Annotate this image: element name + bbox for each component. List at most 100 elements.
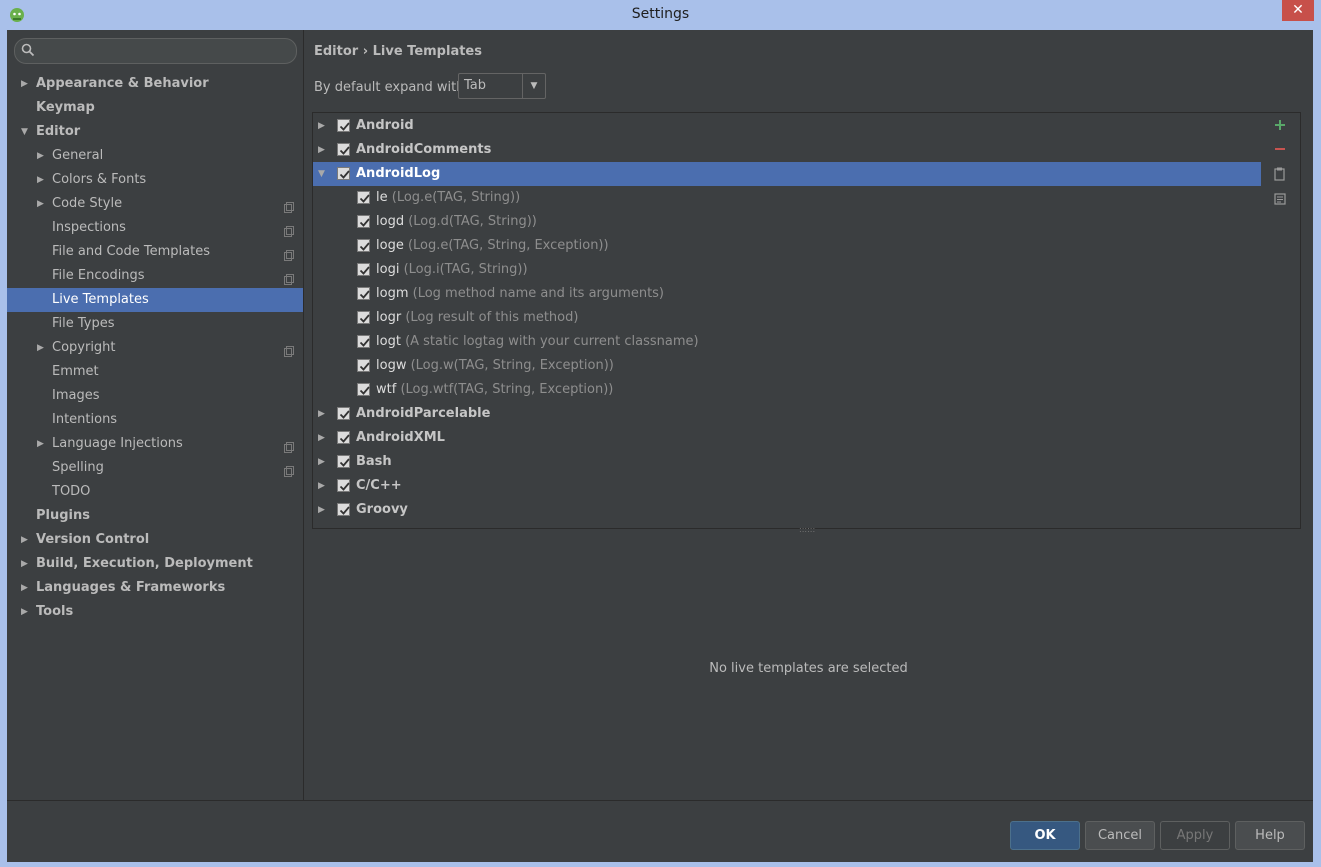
- sidebar-item[interactable]: Plugins: [7, 504, 303, 528]
- template-row[interactable]: logm (Log method name and its arguments): [313, 282, 1261, 306]
- close-button[interactable]: ✕: [1282, 0, 1314, 21]
- project-copy-icon: [284, 270, 294, 285]
- template-row[interactable]: logd (Log.d(TAG, String)): [313, 210, 1261, 234]
- add-button[interactable]: [1272, 117, 1288, 133]
- expand-arrow-right-icon[interactable]: ▶: [37, 432, 49, 456]
- template-group-name: AndroidParcelable: [356, 406, 491, 421]
- sidebar-item[interactable]: ▶ Tools: [7, 600, 303, 624]
- template-checkbox[interactable]: [357, 311, 370, 324]
- template-group-row[interactable]: ▶ Android: [313, 114, 1261, 138]
- sidebar-item[interactable]: Live Templates: [7, 288, 303, 312]
- template-label: logd (Log.d(TAG, String)): [376, 210, 537, 234]
- sidebar-item[interactable]: File Encodings: [7, 264, 303, 288]
- template-checkbox[interactable]: [357, 287, 370, 300]
- template-checkbox[interactable]: [357, 263, 370, 276]
- checkmark-icon: [359, 194, 370, 203]
- template-checkbox[interactable]: [357, 383, 370, 396]
- apply-button[interactable]: Apply: [1160, 821, 1230, 850]
- sidebar-item[interactable]: Inspections: [7, 216, 303, 240]
- sidebar-item-label: Emmet: [52, 364, 99, 379]
- template-group-name: AndroidComments: [356, 142, 492, 157]
- remove-button[interactable]: [1272, 141, 1288, 157]
- template-row[interactable]: logr (Log result of this method): [313, 306, 1261, 330]
- template-checkbox[interactable]: [357, 239, 370, 252]
- template-group-checkbox[interactable]: [337, 455, 350, 468]
- sidebar-item-label: Colors & Fonts: [52, 172, 147, 187]
- template-description: (Log.e(TAG, String, Exception)): [407, 238, 609, 253]
- sidebar-item[interactable]: ▶ Version Control: [7, 528, 303, 552]
- expand-arrow-right-icon[interactable]: ▶: [37, 336, 49, 360]
- search-input[interactable]: [14, 38, 297, 64]
- template-group-row[interactable]: ▶ AndroidXML: [313, 426, 1261, 450]
- sidebar-item[interactable]: File and Code Templates: [7, 240, 303, 264]
- ok-button[interactable]: OK: [1010, 821, 1080, 850]
- template-description: (Log.e(TAG, String)): [391, 190, 521, 205]
- expand-arrow-right-icon[interactable]: ▶: [21, 576, 33, 600]
- expand-arrow-right-icon[interactable]: ▶: [21, 552, 33, 576]
- sidebar-item[interactable]: ▶ Copyright: [7, 336, 303, 360]
- sidebar-item[interactable]: ▶ General: [7, 144, 303, 168]
- template-row[interactable]: logt (A static logtag with your current …: [313, 330, 1261, 354]
- sidebar-item[interactable]: ▶ Appearance & Behavior: [7, 72, 303, 96]
- sidebar-item[interactable]: Intentions: [7, 408, 303, 432]
- sidebar-item[interactable]: ▶ Language Injections: [7, 432, 303, 456]
- sidebar-item[interactable]: Spelling: [7, 456, 303, 480]
- expand-arrow-right-icon[interactable]: ▶: [318, 114, 330, 138]
- template-group-row[interactable]: ▶ Bash: [313, 450, 1261, 474]
- expand-arrow-down-icon[interactable]: ▼: [21, 120, 33, 144]
- template-checkbox[interactable]: [357, 335, 370, 348]
- template-row[interactable]: wtf (Log.wtf(TAG, String, Exception)): [313, 378, 1261, 402]
- expand-arrow-right-icon[interactable]: ▶: [37, 144, 49, 168]
- sidebar-item[interactable]: Images: [7, 384, 303, 408]
- template-group-checkbox[interactable]: [337, 167, 350, 180]
- expand-arrow-right-icon[interactable]: ▶: [21, 528, 33, 552]
- sidebar-item[interactable]: TODO: [7, 480, 303, 504]
- sidebar-item[interactable]: ▼ Editor: [7, 120, 303, 144]
- sidebar-item-label: TODO: [52, 484, 91, 499]
- template-group-checkbox[interactable]: [337, 119, 350, 132]
- template-group-row[interactable]: ▶ AndroidComments: [313, 138, 1261, 162]
- expand-arrow-right-icon[interactable]: ▶: [318, 426, 330, 450]
- help-button[interactable]: Help: [1235, 821, 1305, 850]
- sidebar-item-label: Languages & Frameworks: [36, 580, 226, 595]
- expand-arrow-right-icon[interactable]: ▶: [318, 402, 330, 426]
- sidebar-item[interactable]: Emmet: [7, 360, 303, 384]
- template-group-row[interactable]: ▶ Groovy: [313, 498, 1261, 522]
- copy-button[interactable]: [1272, 166, 1288, 182]
- template-group-row[interactable]: ▶ C/C++: [313, 474, 1261, 498]
- empty-message: No live templates are selected: [709, 661, 908, 676]
- expand-key-select[interactable]: Tab ▼: [458, 73, 546, 99]
- expand-arrow-down-icon[interactable]: ▼: [318, 162, 330, 186]
- cancel-button[interactable]: Cancel: [1085, 821, 1155, 850]
- expand-arrow-right-icon[interactable]: ▶: [318, 498, 330, 522]
- edit-button[interactable]: [1272, 191, 1288, 207]
- expand-arrow-right-icon[interactable]: ▶: [37, 192, 49, 216]
- template-group-row[interactable]: ▼ AndroidLog: [313, 162, 1261, 186]
- template-group-checkbox[interactable]: [337, 407, 350, 420]
- template-group-checkbox[interactable]: [337, 503, 350, 516]
- expand-arrow-right-icon[interactable]: ▶: [21, 600, 33, 624]
- template-checkbox[interactable]: [357, 191, 370, 204]
- expand-arrow-right-icon[interactable]: ▶: [318, 450, 330, 474]
- template-row[interactable]: logi (Log.i(TAG, String)): [313, 258, 1261, 282]
- sidebar-item[interactable]: ▶ Build, Execution, Deployment: [7, 552, 303, 576]
- template-row[interactable]: le (Log.e(TAG, String)): [313, 186, 1261, 210]
- expand-arrow-right-icon[interactable]: ▶: [318, 138, 330, 162]
- splitter-handle[interactable]: ::::::: [799, 526, 815, 534]
- template-group-checkbox[interactable]: [337, 143, 350, 156]
- template-group-checkbox[interactable]: [337, 431, 350, 444]
- expand-arrow-right-icon[interactable]: ▶: [37, 168, 49, 192]
- sidebar-item[interactable]: ▶ Languages & Frameworks: [7, 576, 303, 600]
- expand-arrow-right-icon[interactable]: ▶: [21, 72, 33, 96]
- sidebar-item[interactable]: ▶ Colors & Fonts: [7, 168, 303, 192]
- sidebar-item[interactable]: File Types: [7, 312, 303, 336]
- expand-arrow-right-icon[interactable]: ▶: [318, 474, 330, 498]
- template-row[interactable]: logw (Log.w(TAG, String, Exception)): [313, 354, 1261, 378]
- template-checkbox[interactable]: [357, 215, 370, 228]
- template-checkbox[interactable]: [357, 359, 370, 372]
- template-group-row[interactable]: ▶ AndroidParcelable: [313, 402, 1261, 426]
- template-group-checkbox[interactable]: [337, 479, 350, 492]
- sidebar-item[interactable]: Keymap: [7, 96, 303, 120]
- template-row[interactable]: loge (Log.e(TAG, String, Exception)): [313, 234, 1261, 258]
- sidebar-item[interactable]: ▶ Code Style: [7, 192, 303, 216]
